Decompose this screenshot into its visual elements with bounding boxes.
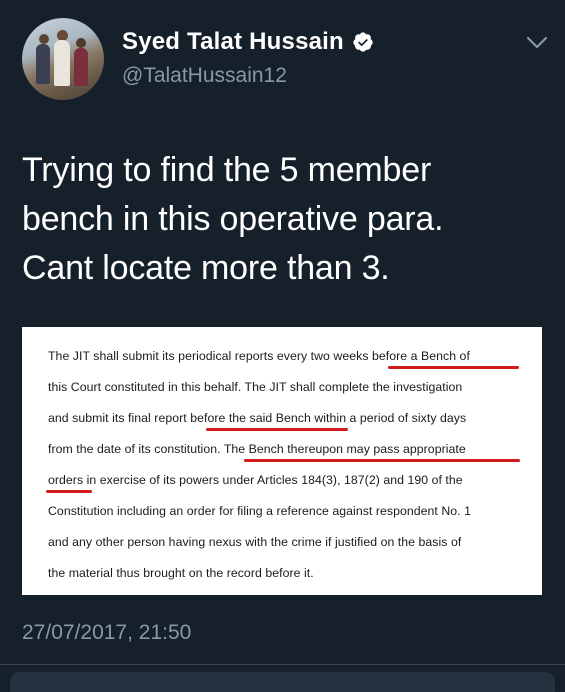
author-handle[interactable]: @TalatHussain12 xyxy=(122,64,287,88)
author-display-name[interactable]: Syed Talat Hussain xyxy=(122,28,344,56)
avatar[interactable] xyxy=(22,18,104,100)
tweet-text-line: Trying to find the 5 member xyxy=(22,151,432,189)
red-underline xyxy=(206,428,348,431)
document-line: and any other person having nexus with t… xyxy=(48,535,462,549)
tweet-timestamp[interactable]: 27/07/2017, 21:50 xyxy=(22,621,191,645)
red-underline xyxy=(46,490,92,493)
chevron-down-icon[interactable] xyxy=(526,36,548,50)
divider xyxy=(0,664,565,665)
tweet-text: Trying to find the 5 member bench in thi… xyxy=(22,146,542,293)
document-line: from the date of its constitution. The B… xyxy=(48,442,466,456)
document-line: Constitution including an order for fili… xyxy=(48,504,471,518)
reply-bar[interactable] xyxy=(10,672,555,692)
document-line: orders in exercise of its powers under A… xyxy=(48,473,463,487)
tweet-text-line: Cant locate more than 3. xyxy=(22,249,390,287)
document-line: the material thus brought on the record … xyxy=(48,566,314,580)
tweet-text-line: bench in this operative para. xyxy=(22,200,444,238)
document-line: The JIT shall submit its periodical repo… xyxy=(48,349,470,363)
verified-badge-icon xyxy=(353,32,373,52)
document-line: this Court constituted in this behalf. T… xyxy=(48,380,463,394)
document-line: and submit its final report before the s… xyxy=(48,411,467,425)
author-name-row[interactable]: Syed Talat Hussain xyxy=(122,28,374,56)
document-image[interactable]: The JIT shall submit its periodical repo… xyxy=(22,327,542,595)
tweet-header: Syed Talat Hussain @TalatHussain12 xyxy=(22,18,552,108)
red-underline xyxy=(388,366,519,369)
red-underline xyxy=(244,459,520,462)
